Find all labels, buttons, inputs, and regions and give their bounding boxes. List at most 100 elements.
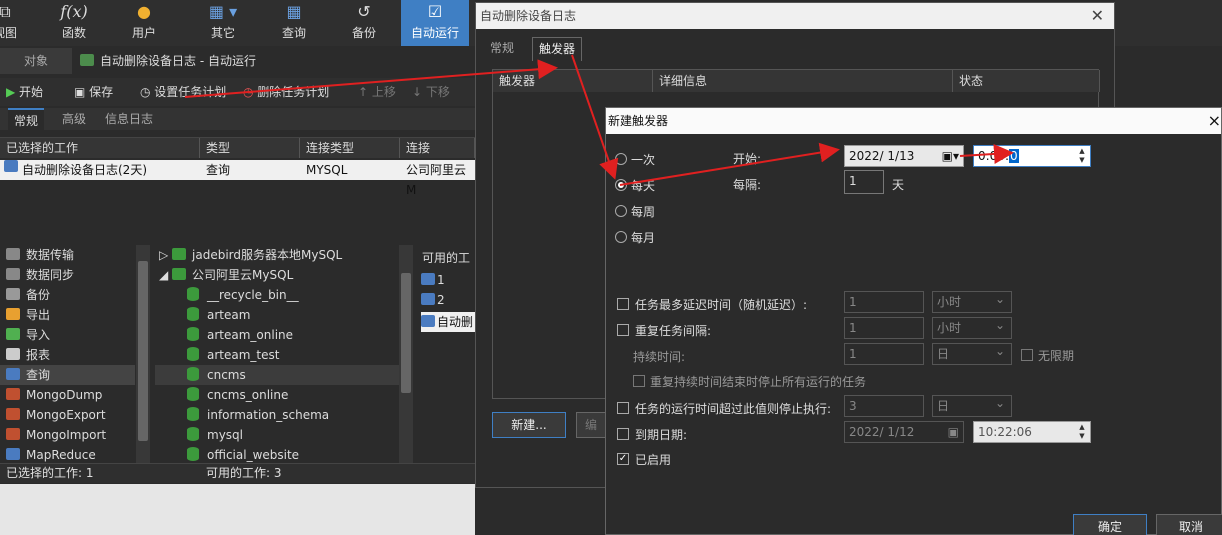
list-item[interactable]: 2 xyxy=(421,290,445,310)
tree-connection-jadebird[interactable]: ▷ jadebird服务器本地MySQL xyxy=(159,245,342,265)
list-item-mongoimport[interactable]: MongoImport xyxy=(0,425,135,445)
max-delay-unit-select[interactable]: 小时 xyxy=(932,289,1012,313)
list-item-mongoexport[interactable]: MongoExport xyxy=(0,405,135,425)
available-jobs-list: 可用的工 1 2 自动删 xyxy=(417,245,478,463)
ribbon-other-button[interactable]: ▦ ▾ 其它 xyxy=(193,0,253,46)
chevron-down-icon: ◢ xyxy=(159,268,173,282)
tree-database[interactable]: arteam xyxy=(187,305,250,325)
radio-once[interactable] xyxy=(615,153,627,165)
list-item-data-sync[interactable]: 数据同步 xyxy=(0,265,135,285)
new-trigger-button[interactable]: 新建... xyxy=(492,412,566,438)
list-item[interactable]: 1 xyxy=(421,270,445,290)
ribbon-query-button[interactable]: ▦ 查询 xyxy=(268,0,320,46)
spin-up-icon[interactable]: ▲ xyxy=(1075,147,1089,156)
infinite-checkbox[interactable] xyxy=(1021,349,1033,361)
tree-database[interactable]: arteam_test xyxy=(187,345,279,365)
tree-database[interactable]: mysql xyxy=(187,425,243,445)
close-icon[interactable]: ✕ xyxy=(1091,3,1104,29)
other-icon: ▦ ▾ xyxy=(208,2,238,21)
start-date-picker[interactable]: 2022/ 1/13 ▣▾ xyxy=(844,145,964,167)
tree-connection-aliyun[interactable]: ◢ 公司阿里云MySQL xyxy=(159,265,293,285)
tree-database[interactable]: arteam_online xyxy=(187,325,293,345)
spin-down-icon[interactable]: ▼ xyxy=(1075,156,1089,165)
ribbon-backup-button[interactable]: ↺ 备份 xyxy=(338,0,390,46)
stop-if-longer-checkbox[interactable] xyxy=(617,402,629,414)
ribbon-user-button[interactable]: ● 用户 xyxy=(118,0,170,46)
tab-general[interactable]: 常规 xyxy=(8,108,45,130)
list-item-export[interactable]: 导出 xyxy=(0,305,135,325)
start-time-input[interactable]: 0:00:0 ▲ ▼ xyxy=(973,145,1091,167)
tab-general[interactable]: 常规 xyxy=(484,37,520,61)
set-schedule-button[interactable]: ◷ 设置任务计划 xyxy=(140,78,226,106)
tree-database[interactable]: information_schema xyxy=(187,405,329,425)
ribbon-auto-run-button[interactable]: ☑ 自动运行 xyxy=(401,0,469,46)
radio-monthly-label: 每月 xyxy=(631,231,656,245)
status-selected: 已选择的工作: 1 xyxy=(6,466,94,480)
stop-if-longer-unit-select[interactable]: 日 xyxy=(932,393,1012,417)
list-item[interactable]: 自动删 xyxy=(421,312,478,332)
expire-time-input[interactable]: 10:22:06 ▲ ▼ xyxy=(973,421,1091,443)
radio-monthly[interactable] xyxy=(615,231,627,243)
tree-database[interactable]: __recycle_bin__ xyxy=(187,285,299,305)
start-button[interactable]: ▶ 开始 xyxy=(6,78,43,106)
interval-input[interactable]: 1 xyxy=(844,170,884,194)
interval-label: 每隔: xyxy=(733,178,762,192)
spin-up-icon[interactable]: ▲ xyxy=(1075,423,1089,432)
tab-auto-run-current[interactable]: 自动删除设备日志 - 自动运行 xyxy=(72,48,475,74)
enabled-checkbox[interactable]: ✓ xyxy=(617,453,629,465)
cancel-button[interactable]: 取消 xyxy=(1156,514,1222,535)
tab-info-log[interactable]: 信息日志 xyxy=(99,108,159,130)
tab-triggers[interactable]: 触发器 xyxy=(532,37,583,61)
expire-checkbox[interactable] xyxy=(617,428,629,440)
ok-button[interactable]: 确定 xyxy=(1073,514,1147,535)
column-header-connection[interactable]: 连接 xyxy=(400,138,475,158)
list-item-backup[interactable]: 备份 xyxy=(0,285,135,305)
column-header-details[interactable]: 详细信息 xyxy=(653,70,953,92)
ribbon-view-button[interactable]: ⧉视图 xyxy=(0,0,20,46)
tab-objects[interactable]: 对象 xyxy=(16,48,56,74)
edit-trigger-button[interactable]: 编 xyxy=(576,412,606,438)
column-header-connection-type[interactable]: 连接类型 xyxy=(300,138,400,158)
list-item-query[interactable]: 查询 xyxy=(0,365,135,385)
scrollbar[interactable] xyxy=(136,245,150,463)
table-row[interactable]: 自动删除设备日志(2天) 查询 MYSQL 公司阿里云M xyxy=(0,160,475,197)
tree-database[interactable]: cncms_online xyxy=(187,385,288,405)
column-header-status[interactable]: 状态 xyxy=(953,70,1100,92)
max-delay-checkbox[interactable] xyxy=(617,298,629,310)
spin-down-icon[interactable]: ▼ xyxy=(1075,432,1089,441)
column-header-trigger[interactable]: 触发器 xyxy=(493,70,653,92)
move-up-button[interactable]: ↑ 上移 xyxy=(358,78,396,106)
repeat-unit-select[interactable]: 小时 xyxy=(932,315,1012,339)
arrow-down-icon: ↓ xyxy=(412,85,426,99)
radio-daily[interactable] xyxy=(615,179,627,191)
save-button[interactable]: ▣ 保存 xyxy=(74,78,113,106)
repeat-input[interactable]: 1 xyxy=(844,317,924,339)
close-icon[interactable]: × xyxy=(1208,108,1221,134)
list-item-report[interactable]: 报表 xyxy=(0,345,135,365)
expire-date-picker[interactable]: 2022/ 1/12 ▣ xyxy=(844,421,964,443)
delete-schedule-button[interactable]: ◷ 删除任务计划 xyxy=(243,78,329,106)
move-down-button[interactable]: ↓ 下移 xyxy=(412,78,450,106)
calendar-icon[interactable]: ▣▾ xyxy=(942,146,959,166)
max-delay-input[interactable]: 1 xyxy=(844,291,924,313)
list-item-mapreduce[interactable]: MapReduce xyxy=(0,445,135,465)
calendar-icon[interactable]: ▣ xyxy=(948,422,959,442)
ribbon-function-button[interactable]: f(x) 函数 xyxy=(48,0,100,46)
mapreduce-icon xyxy=(6,448,20,460)
tree-database-selected[interactable]: cncms xyxy=(155,365,399,385)
tree-database[interactable]: official_website xyxy=(187,445,299,465)
list-item-data-transfer[interactable]: 数据传输 xyxy=(0,245,135,265)
duration-unit-select[interactable]: 日 xyxy=(932,341,1012,365)
column-header-selected-job[interactable]: 已选择的工作 xyxy=(0,138,200,158)
tab-advanced[interactable]: 高级 xyxy=(56,108,92,130)
stop-if-longer-input[interactable]: 3 xyxy=(844,395,924,417)
duration-input[interactable]: 1 xyxy=(844,343,924,365)
list-item-import[interactable]: 导入 xyxy=(0,325,135,345)
repeat-checkbox[interactable] xyxy=(617,324,629,336)
dialog-title-bar: 自动删除设备日志 ✕ xyxy=(476,3,1114,29)
column-header-type[interactable]: 类型 xyxy=(200,138,300,158)
stop-at-end-checkbox[interactable] xyxy=(633,375,645,387)
radio-weekly[interactable] xyxy=(615,205,627,217)
list-item-mongodump[interactable]: MongoDump xyxy=(0,385,135,405)
scrollbar[interactable] xyxy=(399,245,413,463)
